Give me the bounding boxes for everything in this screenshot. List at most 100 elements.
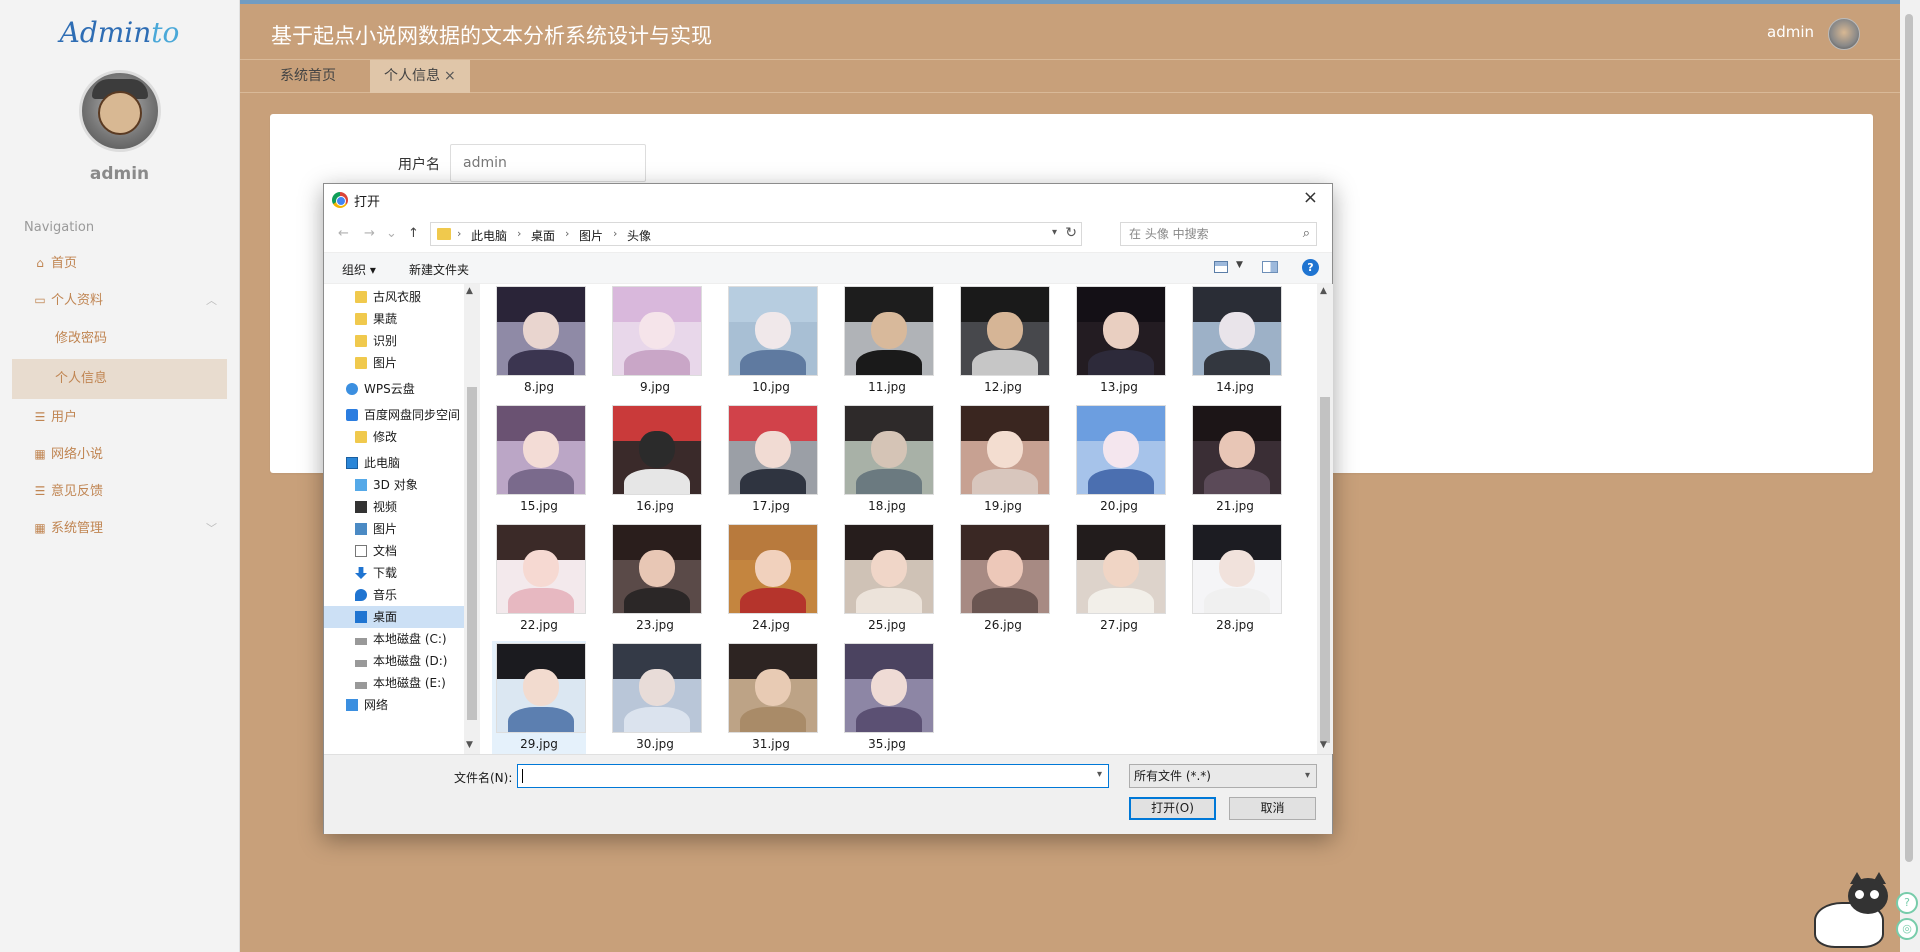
- nav-pane-item[interactable]: WPS云盘: [324, 378, 464, 400]
- mascot-control-icon[interactable]: ?: [1896, 892, 1918, 914]
- nav-pane-item[interactable]: 本地磁盘 (D:): [324, 650, 464, 672]
- search-input[interactable]: 在 头像 中搜索 ⌕: [1120, 222, 1317, 246]
- open-button[interactable]: 打开(O): [1129, 797, 1216, 820]
- nav-pane-item[interactable]: 本地磁盘 (E:): [324, 672, 464, 694]
- path-segment[interactable]: 头像: [627, 227, 651, 244]
- folder-icon: [437, 228, 451, 240]
- back-arrow-icon[interactable]: ←: [338, 226, 349, 241]
- up-arrow-icon[interactable]: ↑: [408, 226, 419, 241]
- nav-pane-item[interactable]: 本地磁盘 (C:): [324, 628, 464, 650]
- nav-pane-item[interactable]: 百度网盘同步空间: [324, 404, 464, 426]
- file-item[interactable]: 12.jpg: [956, 284, 1050, 399]
- sidebar-item-novels[interactable]: ▦ 网络小说: [0, 436, 239, 473]
- nav-pane-item[interactable]: 此电脑: [324, 452, 464, 474]
- file-item[interactable]: 31.jpg: [724, 641, 818, 754]
- sidebar-item-profile[interactable]: ▭ 个人资料 ︿: [0, 282, 239, 319]
- file-item[interactable]: 29.jpg: [492, 641, 586, 754]
- nav-pane-item[interactable]: 古风衣服: [324, 286, 464, 308]
- sidebar-subitem-change-password[interactable]: 修改密码: [0, 319, 239, 359]
- file-item[interactable]: 23.jpg: [608, 522, 702, 637]
- scroll-down-icon[interactable]: ▼: [1320, 740, 1327, 750]
- file-item[interactable]: 20.jpg: [1072, 403, 1166, 518]
- file-item[interactable]: 35.jpg: [840, 641, 934, 754]
- nav-pane-item[interactable]: 音乐: [324, 584, 464, 606]
- filename-input[interactable]: ▾: [517, 764, 1109, 788]
- app-logo[interactable]: Adminto: [0, 0, 239, 60]
- nav-pane-item[interactable]: 下载: [324, 562, 464, 584]
- new-folder-button[interactable]: 新建文件夹: [409, 261, 469, 278]
- file-item[interactable]: 21.jpg: [1188, 403, 1282, 518]
- chevron-down-icon[interactable]: ▾: [1097, 769, 1102, 780]
- file-item[interactable]: 30.jpg: [608, 641, 702, 754]
- preview-pane-icon[interactable]: [1262, 261, 1278, 273]
- file-item[interactable]: 25.jpg: [840, 522, 934, 637]
- sidebar-item-label: 首页: [51, 256, 78, 271]
- tab-personal-info[interactable]: 个人信息 ×: [370, 60, 470, 93]
- file-item[interactable]: 14.jpg: [1188, 284, 1282, 399]
- file-item[interactable]: 28.jpg: [1188, 522, 1282, 637]
- nav-pane-item[interactable]: 修改: [324, 426, 464, 448]
- scrollbar-thumb[interactable]: [1905, 14, 1913, 862]
- nav-pane-item[interactable]: 图片: [324, 352, 464, 374]
- scroll-up-icon[interactable]: ▲: [1320, 286, 1327, 296]
- dialog-titlebar[interactable]: 打开 ×: [324, 184, 1332, 215]
- file-item[interactable]: 9.jpg: [608, 284, 702, 399]
- forward-arrow-icon[interactable]: →: [364, 226, 375, 241]
- file-item[interactable]: 24.jpg: [724, 522, 818, 637]
- view-mode-icon[interactable]: [1214, 261, 1228, 273]
- tab-home[interactable]: 系统首页: [266, 60, 350, 93]
- file-item[interactable]: 18.jpg: [840, 403, 934, 518]
- file-type-select[interactable]: 所有文件 (*.*) ▾: [1129, 764, 1317, 788]
- address-bar[interactable]: › 此电脑 › 桌面 › 图片 › 头像 ▾ ↻: [430, 222, 1082, 246]
- organize-button[interactable]: 组织 ▾: [342, 261, 376, 278]
- username-field[interactable]: admin: [450, 144, 646, 182]
- scroll-down-icon[interactable]: ▼: [466, 740, 473, 750]
- close-icon[interactable]: ×: [1303, 187, 1318, 208]
- chevron-down-icon[interactable]: ▾: [1052, 227, 1057, 238]
- file-item[interactable]: 15.jpg: [492, 403, 586, 518]
- file-item[interactable]: 27.jpg: [1072, 522, 1166, 637]
- nav-pane-item[interactable]: 视频: [324, 496, 464, 518]
- header-username[interactable]: admin: [1767, 23, 1814, 41]
- nav-pane-item[interactable]: 桌面: [324, 606, 464, 628]
- path-segment[interactable]: 桌面: [531, 227, 555, 244]
- nav-pane-item[interactable]: 3D 对象: [324, 474, 464, 496]
- path-segment[interactable]: 图片: [579, 227, 603, 244]
- file-grid-scrollbar[interactable]: ▲ ▼: [1317, 284, 1333, 754]
- sidebar-item-home[interactable]: ⌂ 首页: [0, 245, 239, 282]
- nav-pane-item[interactable]: 图片: [324, 518, 464, 540]
- nav-pane-item[interactable]: 识别: [324, 330, 464, 352]
- file-item[interactable]: 13.jpg: [1072, 284, 1166, 399]
- cancel-button[interactable]: 取消: [1229, 797, 1316, 820]
- mascot-control-icon[interactable]: ◎: [1896, 918, 1918, 940]
- nav-pane-item[interactable]: 网络: [324, 694, 464, 716]
- file-item[interactable]: 11.jpg: [840, 284, 934, 399]
- nav-pane-item[interactable]: 文档: [324, 540, 464, 562]
- sidebar-item-users[interactable]: ☰ 用户: [0, 399, 239, 436]
- scroll-up-icon[interactable]: ▲: [466, 286, 473, 296]
- mascot-widget[interactable]: ? ◎: [1808, 872, 1918, 952]
- file-item[interactable]: 16.jpg: [608, 403, 702, 518]
- page-scrollbar[interactable]: [1900, 0, 1920, 952]
- chevron-down-icon[interactable]: ▼: [1236, 260, 1243, 270]
- file-item[interactable]: 26.jpg: [956, 522, 1050, 637]
- profile-avatar[interactable]: [78, 70, 161, 152]
- help-icon[interactable]: ?: [1302, 259, 1319, 276]
- nav-pane-item[interactable]: 果蔬: [324, 308, 464, 330]
- file-item[interactable]: 22.jpg: [492, 522, 586, 637]
- close-tab-icon[interactable]: ×: [444, 68, 456, 84]
- sidebar-item-feedback[interactable]: ☰ 意见反馈: [0, 473, 239, 510]
- sidebar-item-system[interactable]: ▦ 系统管理 ﹀: [0, 510, 239, 547]
- file-item[interactable]: 19.jpg: [956, 403, 1050, 518]
- scrollbar-thumb[interactable]: [467, 387, 477, 720]
- file-item[interactable]: 8.jpg: [492, 284, 586, 399]
- recent-dropdown-icon[interactable]: ⌄: [386, 226, 397, 241]
- path-segment[interactable]: 此电脑: [471, 227, 507, 244]
- file-item[interactable]: 17.jpg: [724, 403, 818, 518]
- refresh-icon[interactable]: ↻: [1065, 225, 1077, 241]
- navigation-pane-scrollbar[interactable]: ▲ ▼: [464, 284, 480, 754]
- file-item[interactable]: 10.jpg: [724, 284, 818, 399]
- scrollbar-thumb[interactable]: [1320, 397, 1330, 743]
- header-avatar[interactable]: [1828, 18, 1860, 50]
- sidebar-subitem-personal-info[interactable]: 个人信息: [12, 359, 227, 399]
